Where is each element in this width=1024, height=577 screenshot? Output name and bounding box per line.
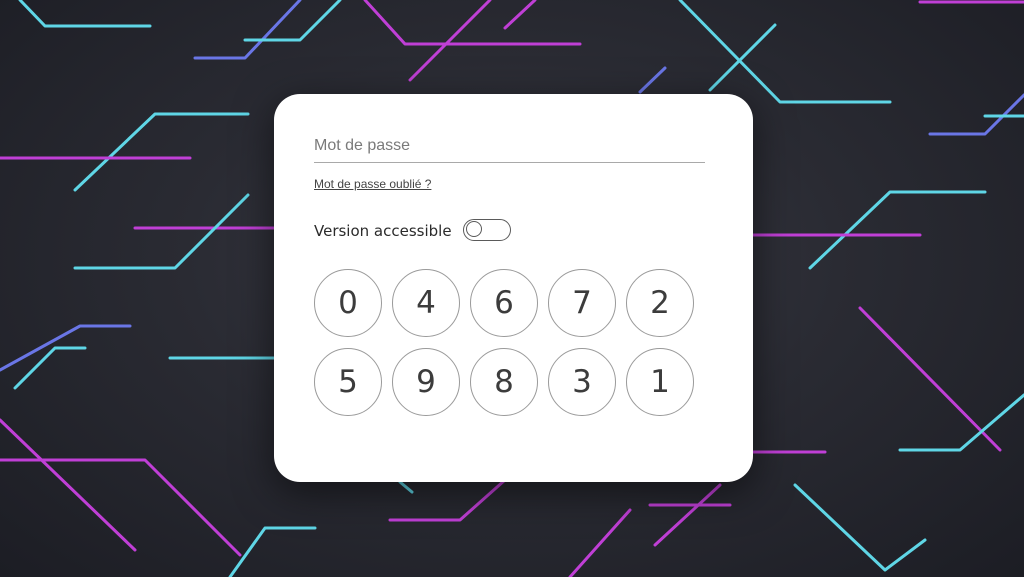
keypad-key[interactable]: 6 bbox=[470, 269, 538, 337]
bg-line bbox=[568, 508, 632, 577]
bg-line bbox=[638, 66, 667, 94]
bg-line bbox=[193, 0, 302, 60]
keypad-key[interactable]: 5 bbox=[314, 348, 382, 416]
bg-line bbox=[408, 0, 492, 82]
bg-line bbox=[18, 0, 152, 28]
keypad-key[interactable]: 7 bbox=[548, 269, 616, 337]
keypad-key[interactable]: 3 bbox=[548, 348, 616, 416]
accessible-version-label: Version accessible bbox=[314, 222, 452, 240]
bg-line bbox=[708, 23, 777, 92]
forgot-password-link[interactable]: Mot de passe oublié ? bbox=[314, 177, 431, 191]
toggle-knob bbox=[466, 221, 482, 237]
bg-line bbox=[73, 193, 250, 270]
keypad-key[interactable]: 2 bbox=[626, 269, 694, 337]
bg-line bbox=[13, 346, 87, 390]
bg-line bbox=[808, 190, 987, 270]
bg-line bbox=[0, 458, 242, 557]
keypad-key[interactable]: 0 bbox=[314, 269, 382, 337]
keypad-key[interactable]: 1 bbox=[626, 348, 694, 416]
bg-line bbox=[793, 483, 927, 572]
bg-line bbox=[898, 393, 1024, 452]
bg-line bbox=[503, 0, 537, 30]
accessible-version-toggle[interactable] bbox=[463, 219, 511, 241]
bg-line bbox=[363, 0, 582, 46]
login-card: Mot de passe oublié ? Version accessible… bbox=[274, 94, 753, 482]
bg-line bbox=[73, 112, 250, 192]
bg-line bbox=[653, 483, 722, 547]
bg-line bbox=[0, 418, 137, 552]
bg-line bbox=[398, 480, 414, 494]
keypad-key[interactable]: 9 bbox=[392, 348, 460, 416]
keypad-key[interactable]: 8 bbox=[470, 348, 538, 416]
virtual-keypad: 0 4 6 7 2 5 9 8 3 1 bbox=[314, 269, 706, 416]
bg-line bbox=[388, 478, 507, 522]
password-input[interactable] bbox=[314, 130, 705, 163]
bg-line bbox=[858, 306, 1002, 452]
keypad-key[interactable]: 4 bbox=[392, 269, 460, 337]
bg-line bbox=[228, 526, 317, 577]
